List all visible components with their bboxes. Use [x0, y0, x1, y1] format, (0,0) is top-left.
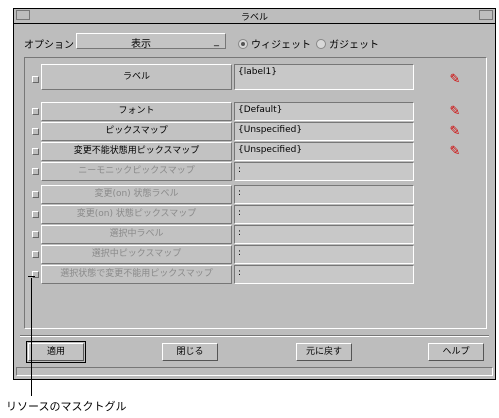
resource-name-button[interactable]: ニーモニックピックスマップ — [41, 162, 232, 181]
resource-mask-toggle[interactable] — [32, 211, 39, 218]
resource-row: 変更不能状態用ピックスマップ {Unspecified} ✎ — [25, 142, 485, 162]
resource-mask-toggle[interactable] — [32, 168, 39, 175]
option-row: オプション 表示 _ ウィジェット ガジェット — [24, 33, 484, 51]
close-button[interactable]: 閉じる — [162, 343, 218, 361]
resource-value-field[interactable]: : — [234, 265, 414, 284]
resource-value-field[interactable]: : — [234, 185, 414, 204]
label-editor-window: ラベル オプション 表示 _ ウィジェット ガジェット ラベル {label1} ✎… — [13, 8, 496, 380]
resource-row: 選択中ラベル: — [25, 225, 485, 245]
resource-name-button[interactable]: 選択状態で変更不能用ピックスマップ — [41, 265, 232, 284]
resource-value-field[interactable]: : — [234, 225, 414, 244]
resource-value-field[interactable]: : — [234, 245, 414, 264]
resource-row: 変更(on) 状態ラベル: — [25, 185, 485, 205]
radio-gadget[interactable]: ガジェット — [316, 36, 379, 51]
resource-name-button[interactable]: 変更(on) 状態ラベル — [41, 185, 232, 204]
edit-icon[interactable]: ✎ — [447, 104, 463, 120]
resource-row: 選択状態で変更不能用ピックスマップ: — [25, 265, 485, 285]
resource-name-button[interactable]: フォント — [41, 102, 232, 121]
resource-value-field[interactable]: : — [234, 162, 414, 181]
radio-widget-label: ウィジェット — [251, 40, 311, 51]
resource-mask-toggle[interactable] — [32, 251, 39, 258]
radio-widget-indicator — [238, 38, 248, 49]
resource-row: 変更(on) 状態ピックスマップ: — [25, 205, 485, 225]
edit-icon[interactable]: ✎ — [447, 144, 463, 160]
option-dropdown[interactable]: 表示 _ — [76, 33, 226, 50]
reset-button[interactable]: 元に戻す — [296, 343, 352, 361]
resource-row: ピックスマップ {Unspecified} ✎ — [25, 122, 485, 142]
resource-mask-toggle[interactable] — [32, 148, 39, 155]
resource-row: フォント {Default} ✎ — [25, 102, 485, 122]
apply-button[interactable]: 適用 — [26, 341, 86, 363]
resource-panel: ラベル {label1} ✎ フォント {Default} ✎ ピックスマップ {Unspec… — [24, 57, 487, 329]
resource-value-field[interactable]: {label1} — [234, 64, 414, 90]
resource-value-field[interactable]: {Unspecified} — [234, 122, 414, 141]
resource-mask-toggle[interactable] — [32, 76, 39, 83]
footer-separator — [20, 335, 489, 337]
edit-icon[interactable]: ✎ — [447, 72, 463, 88]
resource-name-button[interactable]: 変更不能状態用ピックスマップ — [41, 142, 232, 161]
resource-name-button[interactable]: 選択中ラベル — [41, 225, 232, 244]
radio-gadget-indicator — [316, 38, 326, 49]
option-label: オプション — [24, 40, 74, 51]
resource-row: ラベル {label1} ✎ — [25, 64, 485, 90]
title-bar[interactable]: ラベル — [14, 9, 495, 24]
resource-value-field[interactable]: : — [234, 205, 414, 224]
resource-name-button[interactable]: 選択中ピックスマップ — [41, 245, 232, 264]
resource-mask-toggle[interactable] — [32, 128, 39, 135]
status-bar — [16, 367, 493, 376]
resource-value-field[interactable]: {Default} — [234, 102, 414, 121]
resource-mask-toggle[interactable] — [32, 108, 39, 115]
resource-row: 選択中ピックスマップ: — [25, 245, 485, 265]
resource-name-button[interactable]: 変更(on) 状態ピックスマップ — [41, 205, 232, 224]
resource-value-field[interactable]: {Unspecified} — [234, 142, 414, 161]
callout-line — [31, 278, 32, 396]
radio-widget[interactable]: ウィジェット — [238, 36, 311, 51]
window-title: ラベル — [240, 13, 268, 23]
resource-mask-toggle[interactable] — [32, 231, 39, 238]
callout-tick — [28, 276, 35, 277]
dropdown-caret-icon: _ — [214, 36, 219, 47]
resource-mask-toggle[interactable] — [32, 191, 39, 198]
callout-label: リソースのマスクトグル — [6, 400, 127, 413]
resource-row: ニーモニックピックスマップ: — [25, 162, 485, 182]
window-maximize-button[interactable] — [479, 10, 493, 20]
help-button[interactable]: ヘルプ — [428, 343, 484, 361]
option-dropdown-value: 表示 — [131, 39, 151, 50]
radio-gadget-label: ガジェット — [329, 40, 379, 51]
edit-icon[interactable]: ✎ — [447, 124, 463, 140]
resource-name-button[interactable]: ラベル — [41, 64, 232, 90]
resource-name-button[interactable]: ピックスマップ — [41, 122, 232, 141]
